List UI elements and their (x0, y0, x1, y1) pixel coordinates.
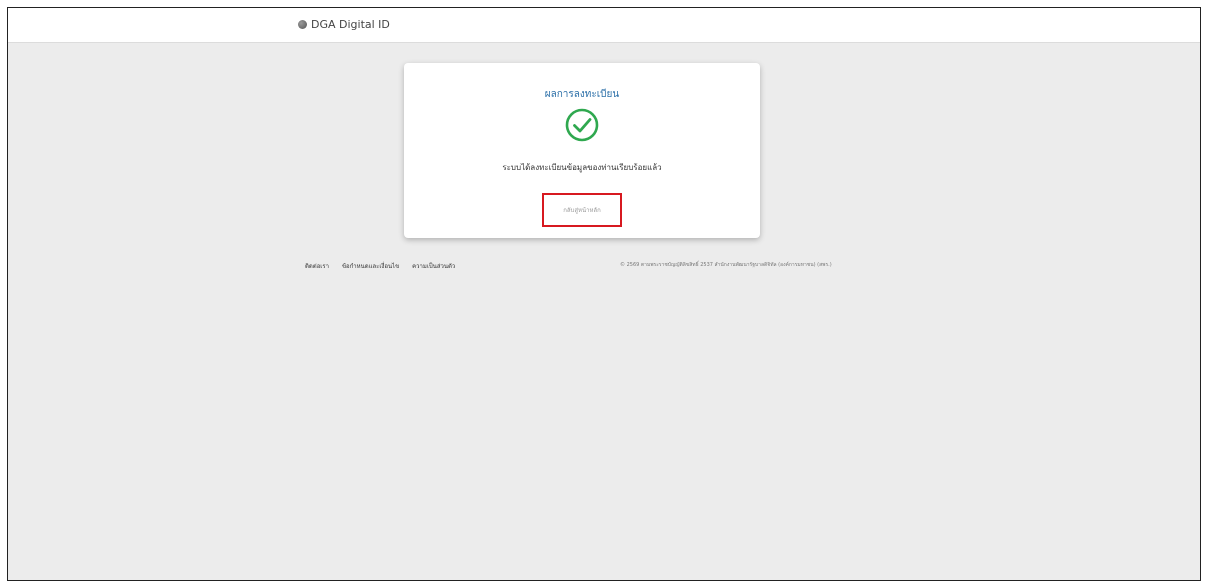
back-to-home-label: กลับสู่หน้าหลัก (563, 207, 601, 214)
globe-icon (298, 20, 307, 29)
browser-viewport: DGA Digital ID ผลการลงทะเบียน ระบบได้ลงท… (7, 7, 1201, 581)
success-message: ระบบได้ลงทะเบียนข้อมูลของท่านเรียบร้อยแล… (502, 163, 662, 172)
footer-link-contact[interactable]: ติดต่อเรา (305, 261, 329, 271)
copyright-text: © 2569 ตามพระราชบัญญัติลิขสิทธิ์ 2537 สำ… (620, 262, 832, 268)
brand-logo[interactable]: DGA Digital ID (298, 18, 390, 31)
card-title: ผลการลงทะเบียน (544, 89, 620, 100)
footer-links: ติดต่อเรา ข้อกำหนดและเงื่อนไข ความเป็นส่… (305, 261, 455, 271)
brand-label: DGA Digital ID (311, 18, 390, 31)
footer-link-terms[interactable]: ข้อกำหนดและเงื่อนไข (342, 261, 399, 271)
top-nav-bar: DGA Digital ID (8, 8, 1200, 43)
check-circle-icon (565, 108, 599, 142)
footer-link-privacy[interactable]: ความเป็นส่วนตัว (412, 261, 455, 271)
back-to-home-button[interactable]: กลับสู่หน้าหลัก (542, 193, 622, 227)
registration-result-card: ผลการลงทะเบียน ระบบได้ลงทะเบียนข้อมูลของ… (404, 63, 760, 238)
